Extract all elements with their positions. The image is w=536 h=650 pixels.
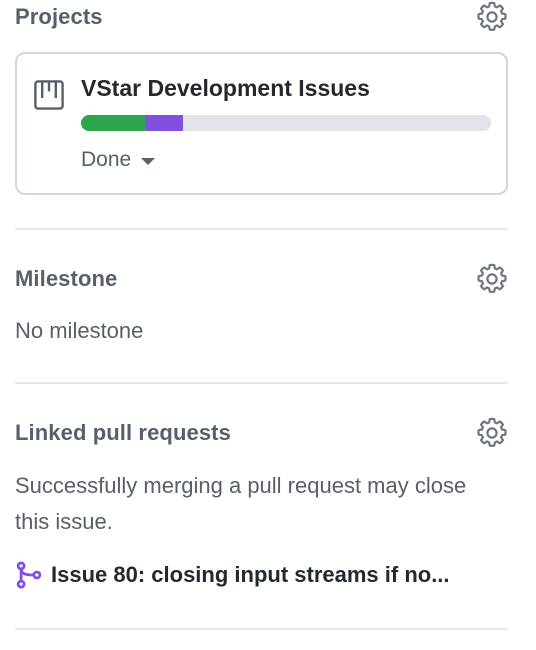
project-name[interactable]: VStar Development Issues [81,75,370,102]
linked-prs-description: Successfully merging a pull request may … [15,473,467,534]
milestone-title: Milestone [15,266,118,291]
section-divider [15,628,508,630]
project-board-icon [34,80,64,110]
projects-header: Projects [15,0,508,34]
linked-prs-title: Linked pull requests [15,420,231,445]
caret-down-icon [141,157,156,165]
projects-title: Projects [15,4,103,29]
project-card[interactable]: VStar Development Issues Done [15,52,508,195]
project-status-dropdown[interactable]: Done [81,148,156,172]
progress-in-progress-segment [144,115,184,131]
git-merge-icon [16,561,42,589]
progress-done-segment [81,115,145,131]
gear-icon[interactable] [476,417,508,449]
linked-prs-header: Linked pull requests [15,416,508,450]
gear-icon[interactable] [476,263,508,295]
milestone-value: No milestone [15,318,144,343]
project-status-label: Done [81,148,132,171]
milestone-header: Milestone [15,262,508,296]
linked-pr-title[interactable]: Issue 80: closing input streams if no... [51,562,450,588]
gear-icon[interactable] [476,1,508,33]
linked-pr-item[interactable]: Issue 80: closing input streams if no... [15,560,505,590]
issue-sidebar: Projects VStar Development Issues Done M… [0,0,536,650]
section-divider [15,228,508,230]
section-divider [15,382,508,384]
project-progress-bar [81,115,491,131]
